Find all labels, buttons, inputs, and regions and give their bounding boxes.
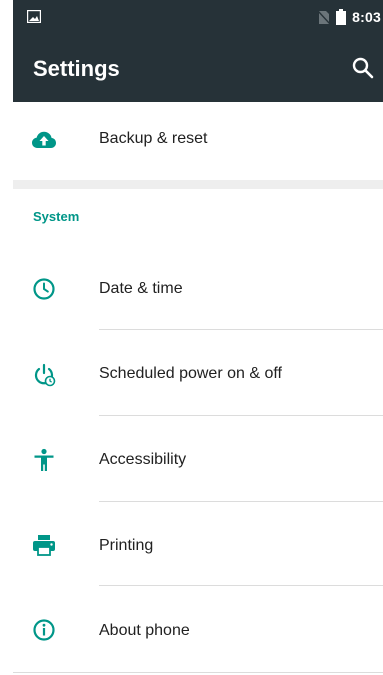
status-time: 8:03 [352, 9, 381, 25]
setting-label: Date & time [99, 280, 183, 297]
section-divider [13, 180, 383, 189]
power-schedule-icon [34, 363, 56, 387]
status-icons: 8:03 [318, 0, 383, 34]
setting-label: About phone [99, 622, 190, 639]
list-divider [13, 672, 383, 673]
list-divider [99, 329, 383, 330]
setting-label: Scheduled power on & off [99, 365, 282, 382]
setting-about-phone[interactable]: About phone [13, 586, 383, 673]
no-sim-icon [318, 10, 331, 24]
setting-label: Backup & reset [99, 130, 208, 147]
app-bar: Settings [13, 34, 383, 102]
clock-icon [33, 278, 55, 300]
accessibility-icon [34, 448, 54, 471]
setting-label: Accessibility [99, 451, 187, 468]
setting-date-time[interactable]: Date & time [13, 246, 383, 330]
status-bar: 8:03 [13, 0, 383, 34]
cloud-upload-icon [32, 131, 56, 148]
setting-accessibility[interactable]: Accessibility [13, 416, 383, 502]
battery-icon [336, 9, 347, 25]
printer-icon [33, 535, 55, 556]
page-title: Settings [33, 56, 120, 81]
search-icon[interactable] [349, 54, 377, 82]
section-header-system: System [33, 209, 80, 224]
setting-scheduled-power[interactable]: Scheduled power on & off [13, 331, 383, 416]
setting-label: Printing [99, 537, 154, 554]
image-notification-icon [27, 10, 41, 23]
setting-printing[interactable]: Printing [13, 502, 383, 586]
setting-backup-reset[interactable]: Backup & reset [13, 102, 383, 180]
info-icon [33, 619, 55, 641]
